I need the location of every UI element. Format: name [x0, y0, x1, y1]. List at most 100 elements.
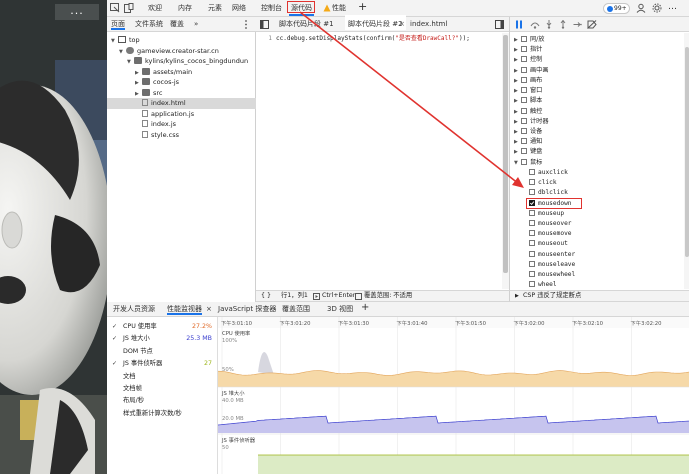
chevron-right-icon[interactable]: ▶	[514, 107, 520, 117]
chevron-right-icon[interactable]: ▶	[514, 137, 520, 147]
chevron-right-icon[interactable]: ▶	[514, 127, 520, 137]
chevron-right-icon[interactable]: ▶	[514, 66, 520, 76]
breakpoint-item[interactable]: ▶ 控制	[510, 55, 685, 65]
breakpoint-item[interactable]: ▶ 触控	[510, 107, 685, 117]
breakpoint-checkbox[interactable]	[529, 189, 535, 196]
chevron-right-icon[interactable]: ▶	[514, 86, 520, 96]
drawer-close-tab-button[interactable]: ×	[206, 300, 212, 318]
breakpoint-checkbox[interactable]	[521, 36, 527, 42]
breakpoint-checkbox[interactable]	[521, 117, 527, 124]
drawer-tab-coverage[interactable]: 覆盖范围	[282, 300, 310, 318]
file-tree-item[interactable]: style.css	[107, 130, 259, 141]
breakpoint-checkbox[interactable]	[521, 66, 527, 73]
editor-scrollbar[interactable]	[502, 33, 509, 289]
csp-breakpoints-row[interactable]: ▶ CSP 违反了规定断点	[509, 290, 689, 302]
chevron-right-icon[interactable]: ▶	[514, 35, 520, 45]
breakpoint-item[interactable]: auxclick	[510, 168, 685, 178]
breakpoint-checkbox[interactable]	[529, 250, 535, 257]
tab-elements[interactable]: 元素	[208, 0, 222, 17]
tab-performance[interactable]: 性能	[332, 0, 346, 17]
chevron-right-icon[interactable]: ▶	[514, 45, 520, 55]
breakpoint-item[interactable]: ▶ 窗口	[510, 86, 685, 96]
file-tree-item[interactable]: ▼ gameview.creator-star.cn	[107, 46, 259, 57]
chevron-right-icon[interactable]: ▶	[514, 76, 520, 86]
game-view[interactable]: ...	[0, 0, 107, 474]
breakpoint-checkbox[interactable]	[529, 219, 535, 226]
file-tree-item[interactable]: application.js	[107, 109, 259, 120]
breakpoint-item[interactable]: ▶ 通知	[510, 137, 685, 147]
tab-network[interactable]: 网络	[232, 0, 246, 17]
toggle-debugger-icon[interactable]	[495, 20, 504, 29]
more-options-button[interactable]: …	[668, 0, 677, 16]
breakpoint-item[interactable]: ▶ 脚本	[510, 96, 685, 106]
breakpoint-item[interactable]: mousewheel	[510, 270, 685, 280]
code-line[interactable]: 1 cc.debug.setDisplayStats(confirm("是否查看D…	[256, 34, 501, 44]
device-toolbar-icon[interactable]	[124, 3, 134, 13]
file-tree-item[interactable]: index.js	[107, 119, 259, 130]
metric-item[interactable]: ✓ CPU 使用率 27.2%	[107, 321, 212, 333]
chevron-down-icon[interactable]: ▼	[514, 158, 520, 168]
file-tree-item[interactable]: index.html	[107, 98, 259, 109]
game-menu-button[interactable]: ...	[55, 4, 99, 20]
breakpoint-item[interactable]: ▼ 鼠标	[510, 158, 685, 168]
file-tree-item[interactable]: ▶ cocos-js	[107, 77, 259, 88]
breakpoint-item[interactable]: mouseleave	[510, 260, 685, 270]
check-icon[interactable]: ✓	[112, 321, 120, 333]
breakpoint-checkbox[interactable]	[521, 138, 527, 145]
breakpoint-checkbox[interactable]	[529, 230, 535, 237]
metric-item[interactable]: ✓ JS 堆大小 25.3 MB	[107, 333, 212, 345]
breakpoint-checkbox[interactable]	[529, 240, 535, 247]
kebab-menu-icon[interactable]	[243, 20, 249, 29]
breakpoint-checkbox[interactable]	[521, 107, 527, 114]
breakpoint-checkbox[interactable]	[521, 127, 527, 134]
breakpoint-checkbox[interactable]	[521, 46, 527, 53]
chevron-right-icon[interactable]: ▶	[514, 55, 520, 65]
breakpoint-checkbox[interactable]	[529, 271, 535, 278]
breakpoint-checkbox[interactable]	[529, 209, 535, 216]
breakpoint-item[interactable]: ▶ 画中画	[510, 66, 685, 76]
metric-item[interactable]: DOM 节点	[107, 346, 212, 358]
pause-icon[interactable]	[515, 20, 523, 29]
editor-tab-snippet-2[interactable]: 脚本代码片段 #2	[345, 15, 406, 30]
scrollbar-thumb[interactable]	[503, 35, 508, 273]
chevron-right-icon[interactable]: ▶	[514, 147, 520, 157]
step-out-icon[interactable]	[559, 20, 567, 29]
drawer-add-tab-button[interactable]: +	[361, 299, 369, 317]
breakpoint-scrollbar[interactable]	[684, 33, 689, 289]
issues-badge[interactable]: 99+	[603, 3, 630, 14]
breakpoint-item[interactable]: wheel	[510, 280, 685, 290]
check-icon[interactable]: ✓	[112, 358, 120, 370]
breakpoint-checkbox[interactable]	[521, 87, 527, 94]
tab-filesystem[interactable]: 文件系统	[135, 15, 163, 33]
step-icon[interactable]	[573, 20, 582, 29]
breakpoint-checkbox[interactable]	[529, 281, 535, 288]
metric-item[interactable]: ✓ JS 事件侦听器 27	[107, 358, 212, 370]
user-icon[interactable]	[636, 3, 646, 13]
drawer-tab-developer-resources[interactable]: 开发人员资源	[113, 300, 155, 318]
breakpoint-item[interactable]: mouseout	[510, 239, 685, 249]
chevron-right-icon[interactable]: ▶	[514, 117, 520, 127]
inspect-element-icon[interactable]	[110, 3, 120, 13]
tab-overrides[interactable]: 覆盖	[170, 15, 184, 33]
metric-item[interactable]: 布局/秒	[107, 395, 212, 407]
check-icon[interactable]: ✓	[112, 333, 120, 345]
editor-tab-index-html[interactable]: index.html	[410, 15, 447, 33]
breakpoint-item[interactable]: ▶ 键盘	[510, 147, 685, 157]
breakpoint-item[interactable]: click	[510, 178, 685, 188]
breakpoint-checkbox[interactable]	[521, 76, 527, 83]
step-over-icon[interactable]	[530, 20, 540, 29]
metric-item[interactable]: 文档	[107, 371, 212, 383]
breakpoint-checkbox[interactable]	[521, 97, 527, 104]
more-tabs-button[interactable]: »	[194, 15, 198, 33]
toggle-navigator-icon[interactable]	[260, 20, 269, 29]
drawer-tab-performance-monitor[interactable]: 性能监视器	[167, 300, 202, 315]
step-into-icon[interactable]	[545, 20, 553, 29]
breakpoint-checkbox[interactable]	[529, 260, 535, 267]
breakpoint-item[interactable]: ▶ 画布	[510, 76, 685, 86]
tab-page[interactable]: 页面	[111, 15, 125, 30]
breakpoint-scrollbar-thumb[interactable]	[685, 47, 689, 257]
breakpoint-item[interactable]: ▶ 设备	[510, 127, 685, 137]
breakpoint-item[interactable]: mouseover	[510, 219, 685, 229]
breakpoint-checkbox[interactable]	[521, 56, 527, 63]
breakpoint-item[interactable]: ▶ 同/放	[510, 35, 685, 45]
